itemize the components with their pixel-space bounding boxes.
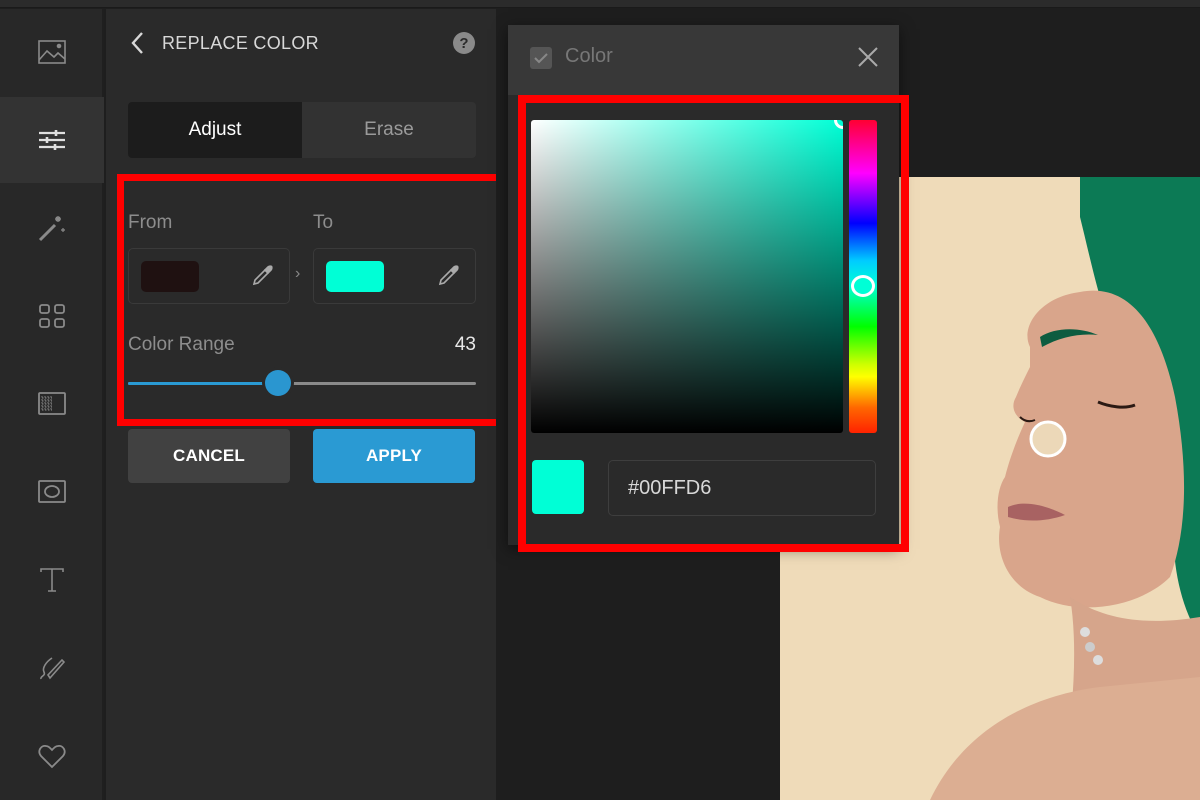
color-range-slider[interactable] [128, 370, 476, 396]
color-range-label: Color Range [128, 334, 235, 355]
to-color-field[interactable] [313, 248, 476, 304]
tab-adjust[interactable]: Adjust [128, 102, 302, 158]
apply-button[interactable]: APPLY [313, 429, 475, 483]
rail-item-frame[interactable] [0, 449, 104, 535]
highlight-box-color-picker [518, 95, 909, 552]
rail-item-collage[interactable] [0, 273, 104, 359]
magic-wand-icon [38, 216, 65, 242]
panel-title: REPLACE COLOR [162, 33, 319, 53]
check-icon [534, 53, 548, 64]
text-icon [40, 568, 64, 592]
rail-item-text[interactable] [0, 537, 104, 623]
close-icon[interactable] [857, 46, 879, 68]
eyedropper-icon[interactable] [437, 263, 461, 287]
heart-icon [38, 745, 66, 769]
image-icon [38, 40, 66, 64]
slider-fill [128, 382, 278, 385]
texture-icon [38, 392, 66, 415]
rail-item-draw[interactable] [0, 625, 104, 711]
back-chevron-icon[interactable] [128, 31, 148, 55]
rail-item-texture[interactable] [0, 361, 104, 447]
color-picker-header: Color [508, 25, 899, 95]
rail-item-adjust[interactable] [0, 97, 104, 183]
color-enable-checkbox[interactable] [530, 47, 552, 69]
arrow-right-icon: › [295, 265, 301, 282]
cancel-button[interactable]: CANCEL [128, 429, 290, 483]
color-range-value: 43 [454, 334, 476, 355]
rail-item-favorites[interactable] [0, 713, 104, 799]
tool-rail [0, 9, 104, 800]
tab-erase[interactable]: Erase [302, 102, 476, 158]
frame-icon [38, 480, 66, 503]
color-picker-title: Color [565, 45, 613, 67]
to-label: To [313, 212, 334, 233]
slider-thumb[interactable] [264, 370, 291, 396]
top-bar [0, 0, 1200, 8]
eyedropper-icon[interactable] [251, 263, 275, 287]
mode-tabs: Adjust Erase [128, 102, 476, 158]
adjust-sliders-icon [39, 130, 65, 150]
rail-item-image[interactable] [0, 9, 104, 95]
from-color-field[interactable] [128, 248, 290, 304]
help-icon[interactable]: ? [453, 32, 475, 54]
grid-icon [39, 304, 65, 328]
replace-color-panel: REPLACE COLOR ? Adjust Erase From To › C… [106, 9, 507, 800]
draw-icon [40, 657, 66, 680]
from-color-swatch[interactable] [141, 261, 199, 292]
from-label: From [128, 212, 173, 233]
rail-item-effects[interactable] [0, 185, 104, 271]
to-color-swatch[interactable] [326, 261, 384, 292]
